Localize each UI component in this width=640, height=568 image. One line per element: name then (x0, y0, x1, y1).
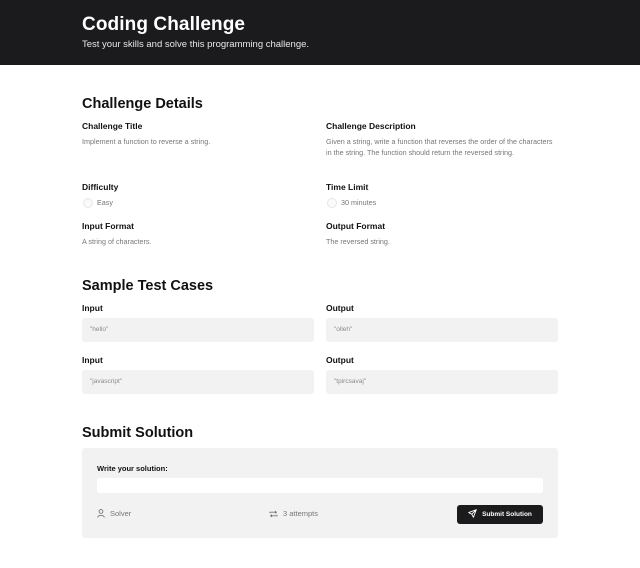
time-limit-label: Time Limit (326, 182, 369, 192)
test-case-2-input-value: "javascript" (90, 378, 123, 385)
submit-solution-heading: Submit Solution (82, 425, 194, 441)
test-case-2-input-label: Input (82, 355, 103, 365)
clock-icon (327, 198, 337, 208)
solution-label: Write your solution: (97, 464, 168, 473)
challenge-description-value: Given a string, write a function that re… (326, 137, 553, 157)
test-case-1-output-label: Output (326, 303, 354, 313)
challenge-title-label: Challenge Title (82, 121, 143, 131)
send-icon (468, 509, 477, 520)
repeat-icon (269, 510, 278, 518)
output-format-value: The reversed string. (326, 237, 390, 246)
challenge-title-value: Implement a function to reverse a string… (82, 137, 211, 146)
input-format-label: Input Format (82, 221, 134, 231)
difficulty-icon (83, 198, 93, 208)
test-case-2-output-label: Output (326, 355, 354, 365)
test-case-1-input-box: "hello" (82, 318, 314, 342)
page-title: Coding Challenge (82, 14, 246, 35)
user-name: Solver (110, 509, 132, 518)
challenge-description-label: Challenge Description (326, 121, 416, 131)
output-format-label: Output Format (326, 221, 386, 231)
test-case-2-output-value: "tpircsavaj" (334, 378, 367, 385)
difficulty-value: Easy (97, 198, 113, 207)
test-case-1-input-value: "hello" (90, 326, 109, 333)
page-header: Coding Challenge Test your skills and so… (0, 0, 640, 65)
challenge-details-heading: Challenge Details (82, 96, 203, 112)
test-case-1-output-value: "olleh" (334, 326, 353, 333)
page-subtitle: Test your skills and solve this programm… (82, 39, 310, 50)
test-case-2-input-box: "javascript" (82, 370, 314, 394)
solution-input[interactable] (97, 478, 543, 493)
attempts-count: 3 attempts (283, 509, 319, 518)
attempts-info: 3 attempts (269, 509, 318, 518)
sample-test-cases-heading: Sample Test Cases (82, 278, 214, 294)
submit-panel: Write your solution: Solver 3 attempts S… (82, 448, 558, 538)
submit-solution-button[interactable]: Submit Solution (457, 505, 543, 524)
time-limit-value: 30 minutes (341, 198, 377, 207)
test-case-2-output-box: "tpircsavaj" (326, 370, 558, 394)
test-case-1-output-box: "olleh" (326, 318, 558, 342)
difficulty-label: Difficulty (82, 182, 119, 192)
submit-button-label: Submit Solution (482, 511, 532, 518)
user-info: Solver (97, 509, 131, 518)
test-case-1-input-label: Input (82, 303, 103, 313)
user-icon (97, 509, 105, 518)
input-format-value: A string of characters. (82, 237, 152, 246)
